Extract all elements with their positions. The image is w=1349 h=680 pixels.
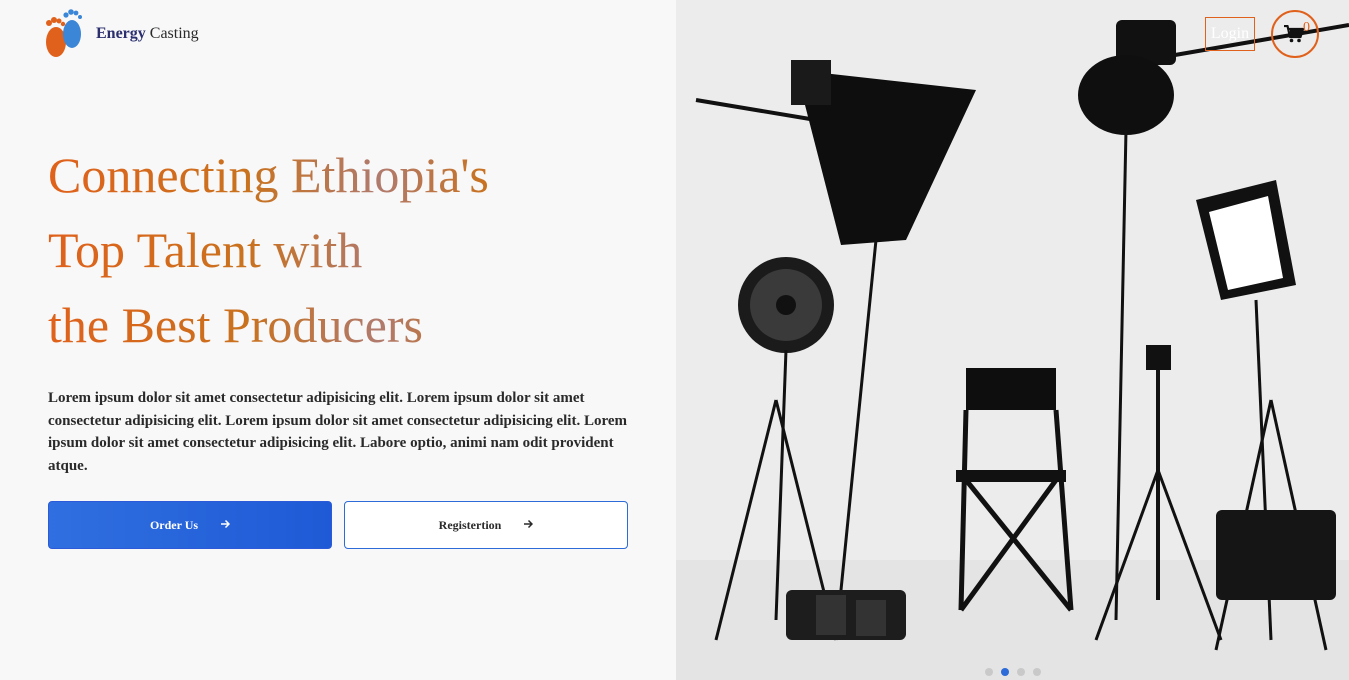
studio-equipment-illustration — [676, 0, 1349, 680]
brand-logo[interactable]: Energy Casting — [40, 8, 199, 60]
cart-count-badge: 0 — [1303, 20, 1310, 35]
hero-headline-line-2: Top Talent with — [48, 213, 489, 288]
carousel-dot-2[interactable] — [1001, 668, 1009, 676]
carousel-dot-3[interactable] — [1017, 668, 1025, 676]
shopping-cart-icon — [1284, 25, 1304, 43]
cart-button[interactable]: 0 — [1271, 10, 1319, 58]
registration-button[interactable]: Registertion — [344, 501, 628, 549]
brand-name: Energy Casting — [96, 25, 199, 43]
arrow-right-icon — [523, 518, 534, 533]
hero-image-photo-studio — [676, 0, 1349, 680]
carousel-dot-1[interactable] — [985, 668, 993, 676]
brand-name-bold: Energy — [96, 25, 146, 42]
order-us-button[interactable]: Order Us — [48, 501, 332, 549]
carousel-dot-4[interactable] — [1033, 668, 1041, 676]
registration-label: Registertion — [438, 517, 502, 532]
login-button[interactable]: Login — [1205, 17, 1255, 51]
hero-description: Lorem ipsum dolor sit amet consectetur a… — [48, 390, 627, 474]
brand-name-rest: Casting — [145, 25, 199, 42]
carousel-indicators — [985, 668, 1041, 676]
hero-headline: Connecting Ethiopia's Top Talent with th… — [48, 138, 489, 363]
arrow-right-icon — [220, 518, 231, 533]
order-us-label: Order Us — [149, 517, 199, 532]
hero-headline-line-3: the Best Producers — [48, 288, 489, 363]
footprints-logo-icon — [40, 8, 88, 60]
hero-headline-line-1: Connecting Ethiopia's — [48, 138, 489, 213]
